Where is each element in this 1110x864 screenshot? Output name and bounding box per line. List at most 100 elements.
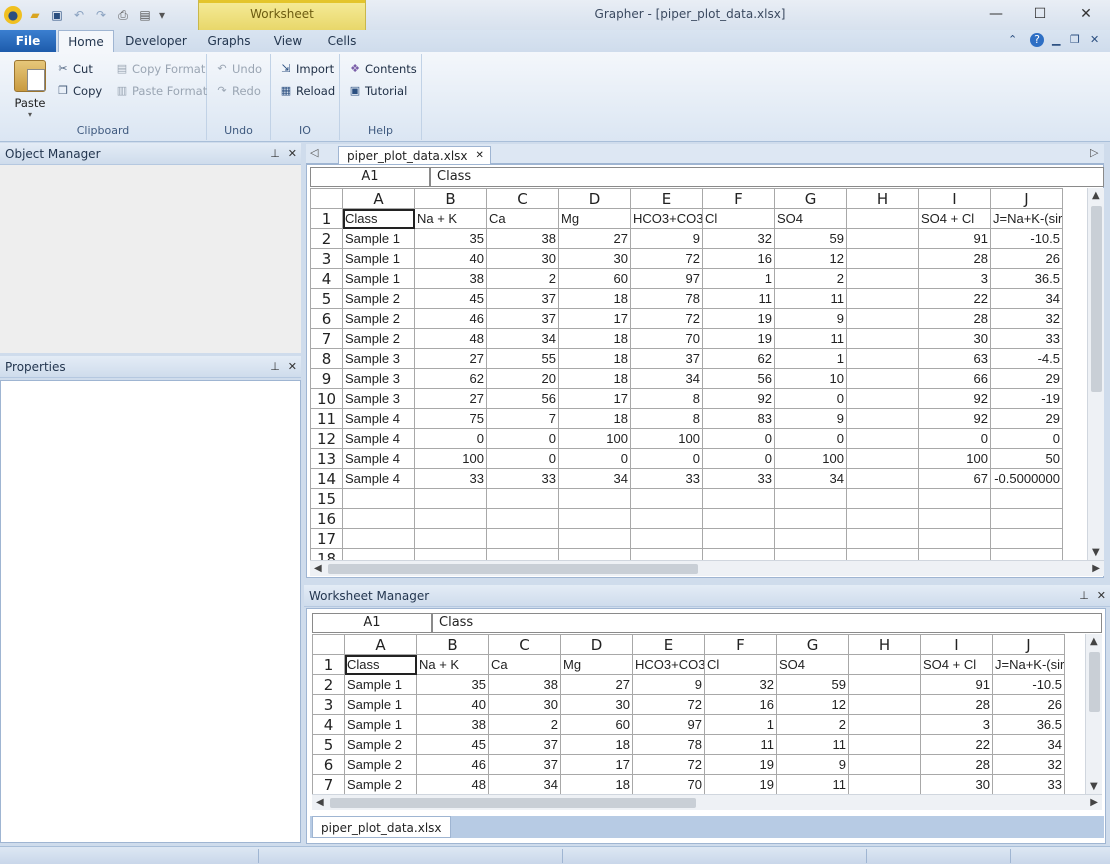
grid-cell[interactable]	[846, 528, 919, 549]
grid-cell[interactable]: 11	[774, 288, 847, 309]
column-header[interactable]: E	[630, 188, 703, 209]
tutorial-button[interactable]: ▣ Tutorial	[348, 82, 407, 100]
import-button[interactable]: ⇲ Import	[279, 60, 334, 78]
grid-cell[interactable]	[342, 528, 415, 549]
scroll-thumb[interactable]	[330, 798, 696, 808]
grid-cell[interactable]: 38	[488, 674, 561, 695]
grid-cell[interactable]: 18	[558, 408, 631, 429]
grid-cell[interactable]	[486, 528, 559, 549]
cut-button[interactable]: ✂ Cut	[56, 60, 92, 78]
grid-cell[interactable]: Sample 2	[344, 754, 417, 775]
scroll-down-icon[interactable]: ▼	[1090, 781, 1098, 792]
grid-cell[interactable]: 16	[702, 248, 775, 269]
grid-cell[interactable]	[848, 754, 921, 775]
row-header[interactable]: 1	[310, 208, 343, 229]
grid-cell[interactable]	[342, 488, 415, 509]
column-header[interactable]: F	[702, 188, 775, 209]
grid-cell[interactable]	[846, 328, 919, 349]
grid-cell[interactable]: 91	[920, 674, 993, 695]
save-icon[interactable]: ▣	[48, 6, 66, 24]
column-header[interactable]: G	[774, 188, 847, 209]
grid-cell[interactable]: 3	[920, 714, 993, 735]
grid-cell[interactable]	[702, 548, 775, 560]
worksheet-grid[interactable]: A B C D E F G H I J 1 Class Na + K Ca Mg HCO3+CO3 Cl SO4 S…	[310, 188, 1088, 560]
grid-cell[interactable]	[486, 548, 559, 560]
grid-cell[interactable]: Sample 3	[342, 368, 415, 389]
grid-cell[interactable]: 38	[414, 268, 487, 289]
grid-cell[interactable]	[414, 488, 487, 509]
tab-view[interactable]: View	[268, 30, 308, 52]
grid-cell[interactable]: 18	[558, 348, 631, 369]
grid-cell[interactable]: 9	[776, 754, 849, 775]
grid-cell[interactable]: 1	[774, 348, 847, 369]
grid-cell[interactable]	[774, 548, 847, 560]
grid-cell[interactable]: 60	[560, 714, 633, 735]
grid-cell[interactable]: 19	[702, 308, 775, 329]
grid-cell[interactable]	[846, 308, 919, 329]
grid-cell[interactable]: 32	[704, 674, 777, 695]
grid-cell[interactable]: 9	[632, 674, 705, 695]
grid-cell[interactable]: 9	[774, 308, 847, 329]
grid-cell[interactable]: 10	[774, 368, 847, 389]
grid-cell[interactable]: 17	[560, 754, 633, 775]
grid-cell[interactable]: 91	[918, 228, 991, 249]
grid-cell[interactable]: Sample 4	[342, 448, 415, 469]
grid-cell[interactable]: 0	[414, 428, 487, 449]
row-header[interactable]: 18	[310, 548, 343, 560]
grid-cell[interactable]	[630, 508, 703, 529]
grid-cell[interactable]	[848, 694, 921, 715]
grid-cell[interactable]: 28	[918, 248, 991, 269]
grid-cell[interactable]	[558, 488, 631, 509]
grid-cell[interactable]: 35	[414, 228, 487, 249]
row-header[interactable]: 7	[310, 328, 343, 349]
scroll-thumb[interactable]	[1089, 652, 1100, 712]
pin-icon[interactable]: ⊥	[270, 143, 280, 165]
close-window-button[interactable]: ✕	[1072, 4, 1100, 24]
grid-cell[interactable]: 8	[630, 388, 703, 409]
close-panel-icon[interactable]: ✕	[1097, 585, 1106, 607]
grid-cell[interactable]: Sample 3	[342, 348, 415, 369]
grid-cell[interactable]: 40	[414, 248, 487, 269]
grid-cell[interactable]: 30	[920, 774, 993, 794]
grid-cell[interactable]	[702, 508, 775, 529]
grid-cell[interactable]	[486, 508, 559, 529]
grid-cell[interactable]	[846, 288, 919, 309]
grid-cell[interactable]: HCO3+CO3	[630, 208, 703, 229]
grid-cell[interactable]: 0	[774, 388, 847, 409]
grid-cell[interactable]: 33	[702, 468, 775, 489]
grid-cell[interactable]: 78	[632, 734, 705, 755]
grid-cell[interactable]	[846, 248, 919, 269]
column-header[interactable]: D	[558, 188, 631, 209]
app-logo-icon[interactable]: ●	[4, 6, 22, 24]
grid-cell[interactable]: 7	[486, 408, 559, 429]
scroll-right-icon[interactable]: ▶	[1092, 563, 1100, 574]
row-header[interactable]: 5	[310, 288, 343, 309]
grid-cell[interactable]	[846, 408, 919, 429]
grid-cell[interactable]: 100	[918, 448, 991, 469]
column-header[interactable]: H	[848, 634, 921, 655]
grid-cell[interactable]: 67	[918, 468, 991, 489]
print-icon[interactable]: ⎙	[114, 6, 132, 24]
grid-cell[interactable]: 36.5	[992, 714, 1065, 735]
grid-cell[interactable]	[630, 548, 703, 560]
grid-cell[interactable]: Sample 1	[342, 268, 415, 289]
grid-cell[interactable]: 27	[414, 348, 487, 369]
contents-button[interactable]: ❖ Contents	[348, 60, 417, 78]
document-tab[interactable]: piper_plot_data.xlsx ✕	[338, 146, 491, 165]
grid-cell[interactable]: 1	[704, 714, 777, 735]
grid-cell[interactable]: 8	[630, 408, 703, 429]
row-header[interactable]: 16	[310, 508, 343, 529]
new-icon[interactable]: ▤	[136, 6, 154, 24]
grid-cell[interactable]	[990, 528, 1063, 549]
grid-cell[interactable]: 27	[558, 228, 631, 249]
grid-cell[interactable]: 34	[774, 468, 847, 489]
grid-cell[interactable]: 34	[630, 368, 703, 389]
grid-cell[interactable]	[414, 548, 487, 560]
grid-cell[interactable]: 34	[486, 328, 559, 349]
grid-cell[interactable]: 0	[990, 428, 1063, 449]
copy-button[interactable]: ❐ Copy	[56, 82, 102, 100]
grid-cell[interactable]: 19	[704, 774, 777, 794]
grid-cell[interactable]: 56	[486, 388, 559, 409]
grid-cell[interactable]: 70	[630, 328, 703, 349]
grid-cell[interactable]: -10.5	[990, 228, 1063, 249]
